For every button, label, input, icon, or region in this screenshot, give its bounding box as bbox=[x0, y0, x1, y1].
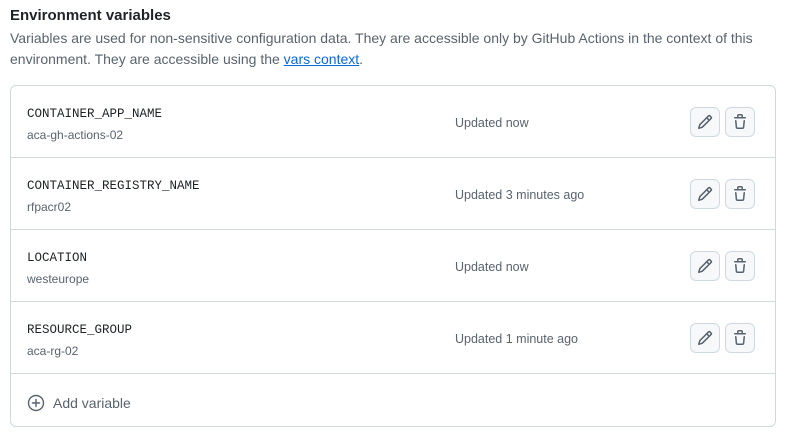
section-description: Variables are used for non-sensitive con… bbox=[10, 28, 770, 70]
edit-variable-button[interactable] bbox=[690, 323, 720, 353]
description-text: Variables are used for non-sensitive con… bbox=[10, 30, 753, 67]
plus-circle-icon bbox=[27, 394, 45, 412]
variable-updated: Updated now bbox=[455, 116, 529, 130]
pencil-icon bbox=[697, 114, 713, 130]
section-title: Environment variables bbox=[10, 7, 171, 24]
add-variable-button[interactable]: Add variable bbox=[27, 391, 131, 415]
variable-name: LOCATION bbox=[27, 251, 88, 265]
trash-icon bbox=[734, 186, 746, 201]
variables-list: CONTAINER_APP_NAME aca-gh-actions-02 Upd… bbox=[10, 85, 776, 427]
variable-value: aca-rg-02 bbox=[27, 344, 79, 358]
delete-variable-button[interactable] bbox=[725, 179, 755, 209]
variable-name: CONTAINER_REGISTRY_NAME bbox=[27, 179, 200, 193]
delete-variable-button[interactable] bbox=[725, 107, 755, 137]
variable-updated: Updated now bbox=[455, 260, 529, 274]
variable-row: CONTAINER_APP_NAME aca-gh-actions-02 Upd… bbox=[11, 86, 775, 158]
trash-icon bbox=[734, 114, 746, 129]
variable-row: RESOURCE_GROUP aca-rg-02 Updated 1 minut… bbox=[11, 302, 775, 374]
delete-variable-button[interactable] bbox=[725, 323, 755, 353]
variable-value: rfpacr02 bbox=[27, 200, 72, 214]
edit-variable-button[interactable] bbox=[690, 107, 720, 137]
pencil-icon bbox=[697, 330, 713, 346]
pencil-icon bbox=[697, 186, 713, 202]
pencil-icon bbox=[697, 258, 713, 274]
description-suffix: . bbox=[359, 51, 364, 67]
variable-value: aca-gh-actions-02 bbox=[27, 128, 124, 142]
add-variable-label: Add variable bbox=[53, 395, 131, 411]
variable-row: CONTAINER_REGISTRY_NAME rfpacr02 Updated… bbox=[11, 158, 775, 230]
vars-context-link[interactable]: vars context bbox=[284, 51, 359, 67]
variable-row: LOCATION westeurope Updated now bbox=[11, 230, 775, 302]
variable-updated: Updated 1 minute ago bbox=[455, 332, 579, 346]
variable-value: westeurope bbox=[27, 272, 90, 286]
edit-variable-button[interactable] bbox=[690, 179, 720, 209]
edit-variable-button[interactable] bbox=[690, 251, 720, 281]
trash-icon bbox=[734, 258, 746, 273]
variable-name: CONTAINER_APP_NAME bbox=[27, 107, 163, 121]
variable-updated: Updated 3 minutes ago bbox=[455, 188, 585, 202]
delete-variable-button[interactable] bbox=[725, 251, 755, 281]
trash-icon bbox=[734, 330, 746, 345]
variable-name: RESOURCE_GROUP bbox=[27, 323, 133, 337]
